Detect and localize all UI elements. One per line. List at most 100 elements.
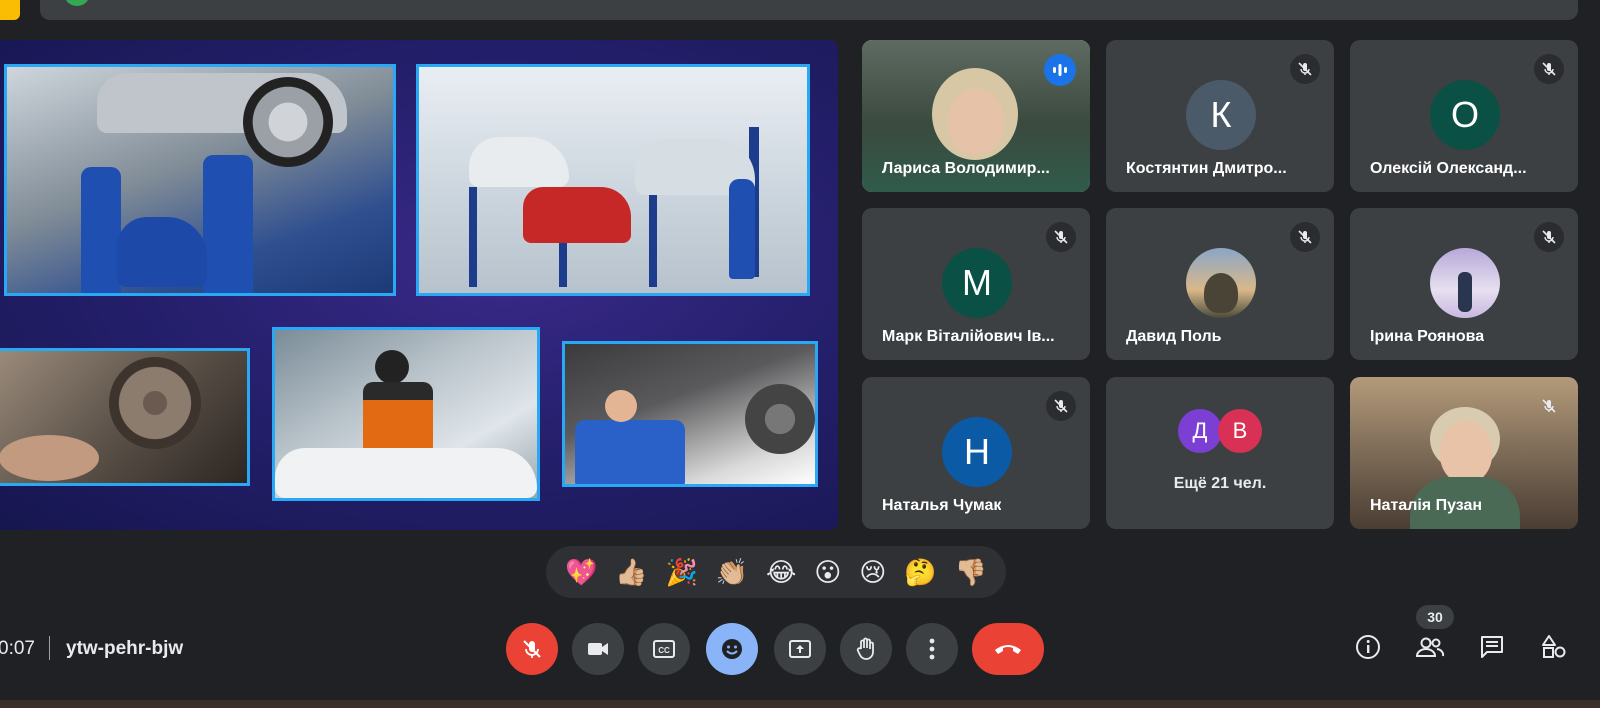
- participant-name: Олексій Олександ...: [1370, 160, 1527, 177]
- reaction-thumbs-down[interactable]: 👎🏼: [955, 559, 987, 585]
- emoji-icon: [722, 639, 742, 659]
- car-lift-workshop-image: [4, 64, 396, 296]
- reaction-surprised[interactable]: 😮: [814, 559, 841, 585]
- meeting-info-button[interactable]: [1344, 623, 1392, 671]
- reaction-clapping[interactable]: 👏🏼: [716, 559, 748, 585]
- camera-toggle-button[interactable]: [572, 623, 624, 675]
- participant-name: Марк Віталійович Ів...: [882, 328, 1055, 345]
- speaking-indicator-icon: [1044, 54, 1076, 86]
- participant-name: Давид Поль: [1126, 328, 1222, 345]
- participant-tile[interactable]: К Костянтин Дмитро...: [1106, 40, 1334, 192]
- hang-up-icon: [995, 645, 1021, 654]
- car-hood: [275, 448, 537, 498]
- car-wheel: [243, 77, 333, 167]
- participant-name: Лариса Володимир...: [882, 160, 1050, 177]
- chat-button[interactable]: [1468, 623, 1516, 671]
- mic-off-icon: [1046, 222, 1076, 252]
- taskbar-edge: [0, 700, 1600, 708]
- mic-off-icon: [1290, 222, 1320, 252]
- avatar: Н: [942, 417, 1012, 487]
- reactions-bar: 💖 👍🏼 🎉 👏🏼 😂 😮 😢 🤔 👎🏼: [546, 546, 1006, 598]
- more-vert-icon: [929, 638, 935, 660]
- mechanic-head: [375, 350, 409, 384]
- raise-hand-button[interactable]: [840, 623, 892, 675]
- participant-name: Костянтин Дмитро...: [1126, 160, 1287, 177]
- presentation-slide: [0, 40, 838, 530]
- engine-repair-image: [272, 327, 540, 501]
- captions-button[interactable]: CC: [638, 623, 690, 675]
- more-participants-label: Ещё 21 чел.: [1173, 475, 1267, 492]
- avatar: [1430, 248, 1500, 318]
- mic-off-icon: [523, 640, 541, 658]
- service-center-hall-image: [416, 64, 810, 296]
- reaction-crying[interactable]: 😢: [859, 559, 886, 585]
- leave-call-button[interactable]: [972, 623, 1044, 675]
- present-icon: [789, 640, 811, 658]
- mechanic-figure: [575, 420, 685, 484]
- meeting-code: ytw-pehr-bjw: [66, 638, 184, 659]
- blue-car: [117, 217, 207, 287]
- meeting-time: 0:07: [0, 638, 35, 659]
- participant-tile[interactable]: О Олексій Олександ...: [1350, 40, 1578, 192]
- avatar: О: [1430, 80, 1500, 150]
- activities-button[interactable]: [1530, 623, 1578, 671]
- participant-face: [948, 88, 1004, 154]
- participant-tile[interactable]: Давид Поль: [1106, 208, 1334, 360]
- participant-tile[interactable]: Наталія Пузан: [1350, 377, 1578, 529]
- avatar: Д: [1178, 409, 1222, 453]
- chat-icon: [1481, 636, 1503, 658]
- brake-disc: [109, 357, 201, 449]
- app-corner-badge: [0, 0, 20, 20]
- mechanic-figure: [203, 155, 253, 293]
- top-info-banner: [40, 0, 1578, 20]
- avatar: [1186, 248, 1256, 318]
- suspension-repair-image: [562, 341, 818, 487]
- info-icon: [1356, 635, 1380, 659]
- participant-name: Ірина Роянова: [1370, 328, 1485, 345]
- white-van: [469, 137, 569, 187]
- microphone-toggle-button[interactable]: [506, 623, 558, 675]
- mic-off-icon: [1046, 391, 1076, 421]
- brake-disc-repair-image: [0, 348, 250, 486]
- present-screen-button[interactable]: [774, 623, 826, 675]
- avatar: М: [942, 248, 1012, 318]
- more-participants-tile[interactable]: Д В Ещё 21 чел.: [1106, 377, 1334, 529]
- mechanic-figure: [729, 179, 755, 279]
- participant-tile[interactable]: Н Наталья Чумак: [862, 377, 1090, 529]
- reaction-laughing[interactable]: 😂: [766, 559, 796, 585]
- mechanic-head: [605, 390, 637, 422]
- participant-name: Наталья Чумак: [882, 497, 1002, 514]
- banner-avatar: [64, 0, 90, 6]
- participant-tile[interactable]: М Марк Віталійович Ів...: [862, 208, 1090, 360]
- reaction-sparkling-heart[interactable]: 💖: [565, 559, 597, 585]
- camera-icon: [588, 643, 608, 655]
- reaction-thumbs-up[interactable]: 👍🏼: [615, 559, 647, 585]
- more-options-button[interactable]: [906, 623, 958, 675]
- activities-icon: [1542, 635, 1566, 658]
- mechanic-figure: [81, 167, 121, 293]
- hands: [0, 435, 99, 481]
- participant-tile[interactable]: Ірина Роянова: [1350, 208, 1578, 360]
- avatar-person: [1458, 272, 1472, 312]
- hand-icon: [856, 637, 874, 660]
- divider: [49, 636, 50, 660]
- captions-icon: CC: [653, 640, 675, 658]
- mic-off-icon: [1534, 222, 1564, 252]
- reaction-party-popper[interactable]: 🎉: [665, 559, 697, 585]
- people-button[interactable]: [1406, 623, 1454, 671]
- red-car: [523, 187, 631, 243]
- reaction-thinking[interactable]: 🤔: [904, 559, 936, 585]
- lift-post: [469, 187, 477, 287]
- avatar-person: [1204, 273, 1238, 313]
- avatar: К: [1186, 80, 1256, 150]
- participant-tile[interactable]: Лариса Володимир...: [862, 40, 1090, 192]
- participant-name: Наталія Пузан: [1370, 497, 1483, 514]
- people-icon: [1415, 637, 1445, 657]
- participant-face: [1440, 421, 1492, 483]
- mic-off-icon: [1290, 54, 1320, 84]
- suspension-disc: [745, 384, 815, 454]
- mic-off-icon: [1534, 54, 1564, 84]
- svg-text:CC: CC: [658, 646, 670, 655]
- emoji-reactions-button[interactable]: [706, 623, 758, 675]
- mic-off-icon: [1534, 391, 1564, 421]
